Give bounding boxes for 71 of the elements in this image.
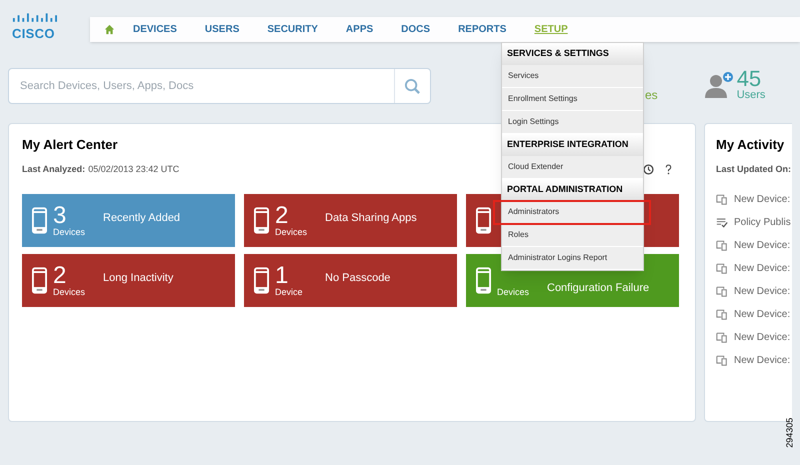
search-icon (404, 78, 421, 94)
alert-label: Long Inactivity (103, 272, 174, 284)
alert-label: No Passcode (325, 272, 392, 284)
phone-icon (254, 267, 269, 294)
phone-icon (476, 207, 491, 234)
menu-section-header: ENTERPRISE INTEGRATION (502, 134, 643, 156)
activity-entry[interactable]: New Device: (734, 330, 790, 345)
alert-tile[interactable]: 1 Device No Passcode (244, 254, 457, 307)
alert-tile[interactable]: 2 Devices Data Sharing Apps (244, 194, 457, 247)
alert-label: Data Sharing Apps (325, 212, 418, 224)
device-icon (716, 332, 728, 343)
nav-link[interactable]: APPS (346, 22, 374, 37)
figure-number: 294305 (783, 418, 796, 448)
card-title: My Alert Center (22, 136, 118, 154)
search-field[interactable]: Search Devices, Users, Apps, Docs (8, 68, 431, 104)
activity-entry[interactable]: New Device: (734, 284, 790, 299)
device-icon (716, 286, 728, 297)
add-user-icon (704, 72, 735, 100)
phone-icon (476, 267, 491, 294)
device-count: 2 (53, 264, 68, 286)
activity-entry[interactable]: Policy Publis (734, 215, 791, 230)
device-unit: Devices (275, 226, 308, 236)
menu-item[interactable]: Administrators (494, 201, 650, 224)
activity-entry[interactable]: New Device: (734, 192, 790, 207)
device-unit: Devices (53, 226, 86, 236)
logo-text: CISCO (12, 27, 55, 41)
device-icon (716, 309, 728, 320)
device-count: 3 (53, 204, 68, 226)
device-icon (716, 240, 728, 251)
menu-section-header: SERVICES & SETTINGS (502, 43, 643, 65)
alert-label: Configuration Failure (547, 282, 650, 294)
home-icon (104, 24, 115, 35)
device-icon (716, 194, 728, 205)
last-analyzed-label: Last Analyzed: (22, 162, 86, 176)
menu-section-header: PORTAL ADMINISTRATION (502, 179, 643, 201)
device-unit: Devices (497, 286, 530, 296)
nav-link[interactable]: SECURITY (267, 22, 318, 37)
logo-bars-icon (12, 13, 57, 25)
device-count: 2 (275, 204, 290, 226)
phone-icon (32, 207, 47, 234)
help-icon (665, 164, 672, 175)
card-title: My Activity (716, 136, 786, 154)
phone-icon (32, 267, 47, 294)
menu-item[interactable]: Services (502, 65, 643, 88)
device-icon (716, 263, 728, 274)
alert-tile[interactable]: 2 Devices Long Inactivity (22, 254, 235, 307)
nav-link[interactable]: DEVICES (133, 22, 177, 37)
nav-link[interactable]: REPORTS (458, 22, 506, 37)
last-analyzed-time: 05/02/2013 23:42 UTC (88, 162, 180, 176)
device-count: 1 (275, 264, 290, 286)
stat-label: es (645, 87, 658, 104)
stat-label: Users (736, 90, 766, 100)
nav-link[interactable]: USERS (204, 22, 240, 37)
clock-icon (643, 164, 654, 175)
device-unit: Devices (53, 286, 86, 296)
menu-item[interactable]: Enrollment Settings (502, 88, 643, 111)
last-updated-label: Last Updated On: (716, 162, 792, 176)
alert-label: Recently Added (103, 212, 182, 224)
activity-entry[interactable]: New Device: (734, 353, 790, 368)
alert-tile[interactable]: 3 Devices Recently Added (22, 194, 235, 247)
activity-entry[interactable]: New Device: (734, 307, 790, 322)
nav-link[interactable]: DOCS (401, 22, 430, 37)
device-unit: Device (275, 286, 304, 296)
activity-entry[interactable]: New Device: (734, 261, 790, 276)
menu-item[interactable]: Roles (502, 224, 643, 247)
phone-icon (254, 207, 269, 234)
user-count: 45 (736, 68, 762, 90)
menu-item[interactable]: Administrator Logins Report (502, 247, 643, 270)
policy-icon (716, 217, 728, 228)
activity-entry[interactable]: New Device: (734, 238, 790, 253)
device-icon (716, 355, 728, 366)
